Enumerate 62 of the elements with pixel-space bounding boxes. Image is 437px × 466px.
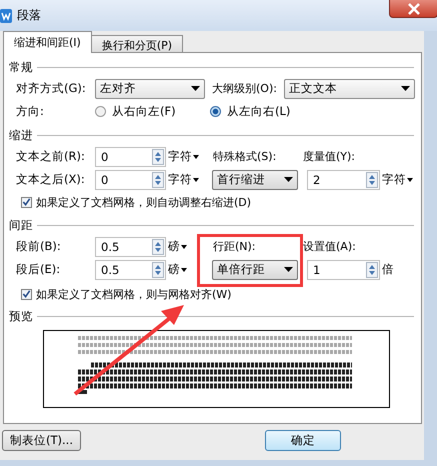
caret-icon — [284, 267, 293, 272]
radio-option[interactable]: 从左向右(L) — [210, 104, 290, 119]
close-icon — [406, 2, 420, 14]
radio-option[interactable]: 从右向左(F) — [95, 104, 210, 119]
spin-arrows-icon — [152, 148, 164, 164]
spin-arrows-icon — [152, 238, 164, 254]
field-label: 文本之前(R): — [16, 149, 86, 164]
caret-icon — [193, 154, 199, 158]
tab[interactable]: 缩进和间距(I) — [3, 31, 92, 53]
field-label: 段后(E): — [16, 262, 62, 277]
window-title: 段落 — [17, 7, 41, 24]
number-field[interactable]: 0 — [95, 170, 166, 190]
line-spacing-dropdown[interactable]: 单倍行距 — [212, 260, 298, 280]
app-logo-icon — [0, 8, 12, 22]
tab-stops-button[interactable]: 制表位(T)... — [2, 430, 81, 450]
field-label: 大纲级别(O): — [212, 81, 278, 96]
section-title: 缩进 — [9, 128, 33, 142]
unit-dropdown[interactable]: 字符 — [166, 149, 208, 164]
outline-level-dropdown[interactable]: 正文文本 — [284, 78, 415, 98]
radio-button[interactable] — [95, 106, 106, 117]
field-label: 方向: — [16, 104, 45, 119]
field-label: 行距(N): — [213, 239, 257, 254]
caret-icon — [284, 177, 293, 182]
number-field[interactable]: 0.5 — [95, 260, 166, 280]
caret-icon — [191, 86, 200, 91]
number-field[interactable]: 0 — [95, 146, 166, 166]
caret-icon — [181, 268, 187, 272]
unit-dropdown[interactable]: 倍 — [380, 262, 394, 277]
field-label: 特殊格式(S): — [213, 149, 278, 164]
radio-button[interactable] — [210, 106, 221, 117]
spin-arrows-icon — [152, 172, 164, 188]
ok-button[interactable]: 确定 — [265, 430, 341, 450]
spin-arrows-icon — [366, 262, 378, 278]
section-title: 预览 — [9, 308, 33, 324]
number-field[interactable]: 1 — [307, 260, 380, 280]
caret-icon — [401, 86, 410, 91]
unit-dropdown[interactable]: 字符 — [166, 172, 208, 187]
close-button[interactable] — [389, 0, 437, 18]
unit-dropdown[interactable]: 磅 — [166, 239, 208, 254]
field-label: 度量值(Y): — [303, 149, 356, 164]
unit-dropdown[interactable]: 磅 — [166, 262, 208, 277]
special-indent-dropdown[interactable]: 首行缩进 — [212, 170, 298, 190]
spin-arrows-icon — [366, 172, 378, 188]
spin-arrows-icon — [152, 262, 164, 278]
checkbox[interactable] — [21, 288, 32, 300]
checkbox-option[interactable]: 如果定义了文档网格，则自动调整右缩进(D) — [4, 191, 421, 213]
tab[interactable]: 换行和分页(P) — [90, 35, 184, 53]
caret-icon — [193, 178, 199, 182]
section-title: 常规 — [9, 60, 33, 74]
number-field[interactable]: 0.5 — [95, 236, 166, 256]
field-label: 文本之后(X): — [16, 172, 86, 187]
field-label: 段前(B): — [16, 239, 62, 254]
caret-icon — [181, 244, 187, 248]
section-title: 间距 — [9, 218, 33, 232]
unit-dropdown[interactable]: 字符 — [380, 172, 413, 187]
number-field[interactable]: 2 — [307, 170, 380, 190]
field-label: 设置值(A): — [303, 239, 356, 254]
checkbox[interactable] — [21, 196, 32, 208]
caret-icon — [407, 178, 413, 182]
checkbox-option[interactable]: 如果定义了文档网格，则与网格对齐(W) — [4, 284, 421, 304]
field-label: 对齐方式(G): — [16, 81, 87, 96]
alignment-dropdown[interactable]: 左对齐 — [95, 78, 205, 98]
